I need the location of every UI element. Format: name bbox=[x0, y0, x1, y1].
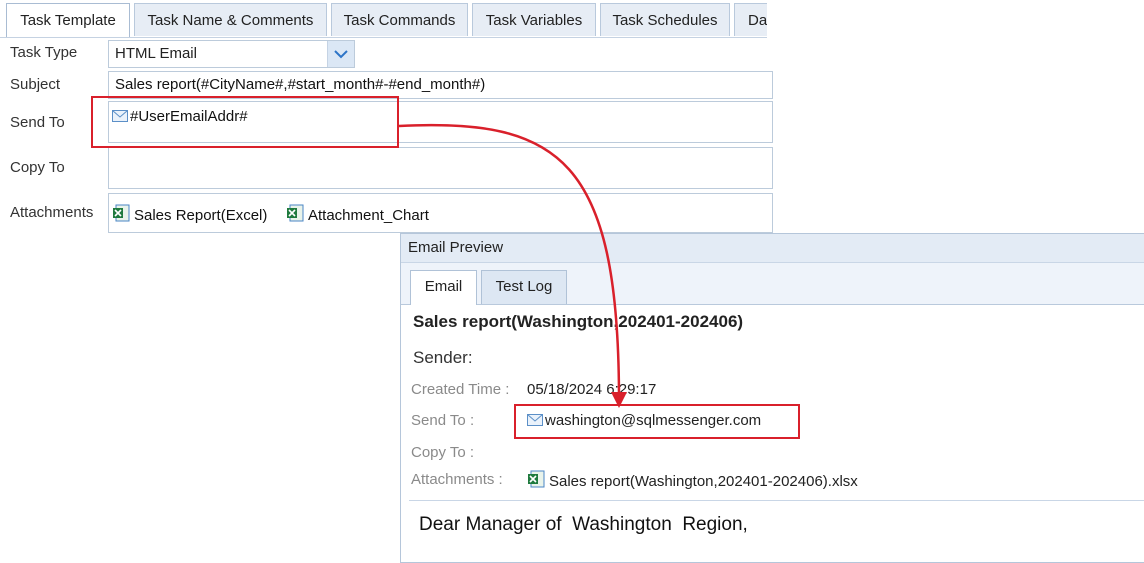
annotation-arrow bbox=[398, 123, 627, 408]
arrow-line bbox=[398, 123, 621, 396]
arrow-head bbox=[611, 392, 627, 408]
